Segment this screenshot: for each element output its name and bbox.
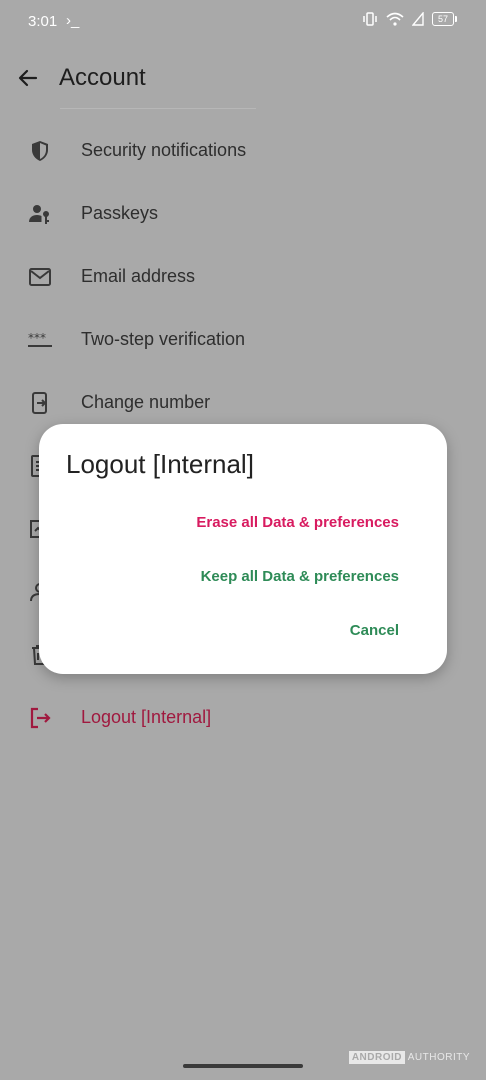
menu-item-label: Two-step verification: [81, 329, 246, 349]
terminal-icon: ›_: [66, 12, 80, 29]
shield-icon: [32, 140, 48, 161]
keep-data-button[interactable]: Keep all Data & preferences: [201, 568, 399, 585]
menu-item-label: Security notifications: [81, 140, 247, 160]
menu-item-label: Change number: [81, 392, 211, 412]
erase-data-button[interactable]: Erase all Data & preferences: [196, 514, 399, 531]
svg-text:***: ***: [28, 331, 46, 345]
no-signal-icon: [412, 12, 424, 26]
password-dots-icon: ***: [28, 331, 52, 347]
divider: [60, 108, 256, 109]
back-arrow-icon[interactable]: [16, 66, 40, 90]
menu-item-logout[interactable]: Logout [Internal]: [0, 686, 486, 749]
menu-item-security-notifications[interactable]: Security notifications: [0, 119, 486, 182]
person-key-icon: [29, 204, 49, 224]
menu-item-email-address[interactable]: Email address: [0, 245, 486, 308]
menu-item-two-step-verification[interactable]: *** Two-step verification: [0, 308, 486, 371]
watermark-box: ANDROID: [348, 1051, 405, 1064]
gesture-nav-handle[interactable]: [183, 1064, 303, 1068]
cancel-button[interactable]: Cancel: [350, 622, 399, 639]
logout-icon: [30, 707, 51, 728]
watermark: ANDROID AUTHORITY: [348, 1051, 470, 1064]
page-title: Account: [59, 64, 146, 91]
status-bar: 3:01 ›_ 57: [0, 0, 486, 44]
app-bar: Account: [0, 52, 486, 108]
menu-item-label: Email address: [81, 266, 196, 286]
vibrate-icon: [363, 12, 377, 26]
menu-item-label: Logout [Internal]: [81, 707, 212, 727]
phone-transfer-icon: [32, 391, 47, 414]
menu-item-passkeys[interactable]: Passkeys: [0, 182, 486, 245]
watermark-text: AUTHORITY: [407, 1052, 470, 1063]
wifi-icon: [386, 12, 404, 26]
status-icons: 57: [362, 12, 457, 26]
email-icon: [29, 267, 51, 286]
menu-item-label: Passkeys: [81, 203, 159, 223]
status-time: 3:01: [28, 13, 58, 30]
logout-dialog: Logout [Internal] Erase all Data & prefe…: [39, 424, 447, 674]
battery-icon: 57: [432, 12, 457, 26]
dialog-title: Logout [Internal]: [66, 449, 254, 479]
